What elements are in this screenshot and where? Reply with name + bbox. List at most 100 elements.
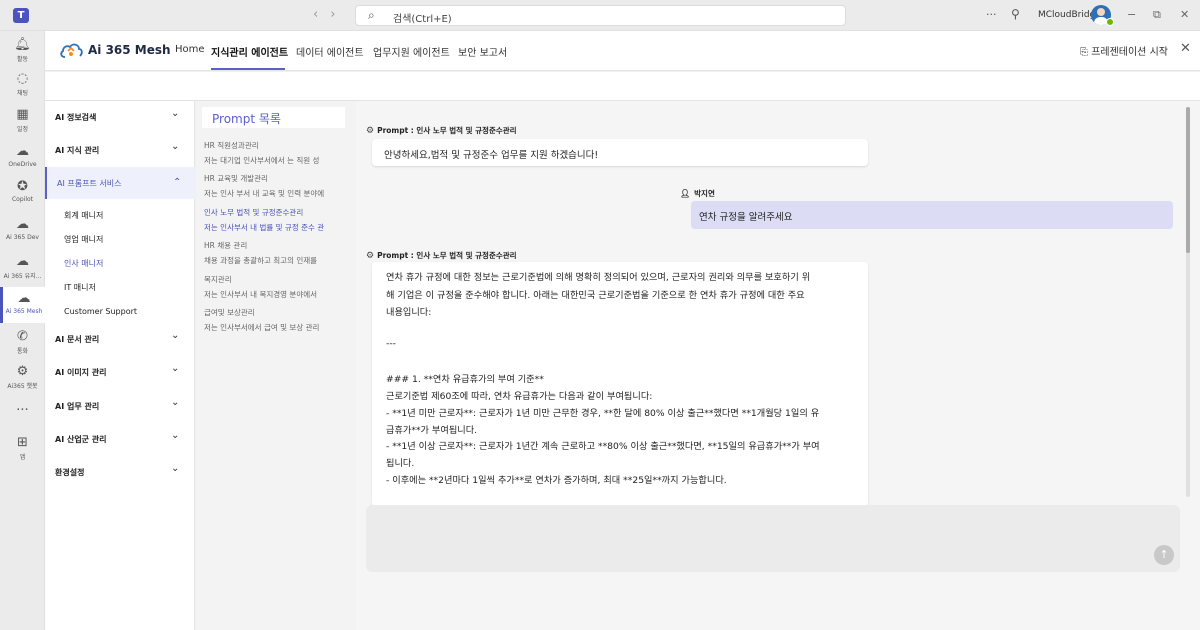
prompt-item-selected[interactable]: 인사 노무 법적 및 규정준수관리 저는 인사부서 내 법률 및 규정 준수 관	[204, 207, 342, 233]
rail-more[interactable]: ···	[0, 403, 45, 419]
openai-icon: ⚙	[366, 126, 375, 136]
menu-group-knowledge[interactable]: AI 지식 관리 ⌄	[45, 134, 195, 166]
chevron-down-icon: ⌄	[171, 463, 180, 474]
rail-item-copilot[interactable]: ✪ Copilot	[0, 179, 45, 203]
minimize-button[interactable]: −	[1127, 8, 1136, 21]
brand-cloud-icon	[60, 43, 83, 58]
chevron-down-icon: ⌄	[171, 363, 180, 374]
rail-item-ai365-maintain[interactable]: ☁ Ai 365 유지...	[0, 254, 45, 280]
response-line: 내용입니다:	[386, 307, 432, 318]
present-icon: ⎘	[1080, 47, 1092, 58]
rail-item-calendar[interactable]: ▦ 일정	[0, 107, 45, 133]
close-window-button[interactable]: ✕	[1180, 8, 1189, 21]
rail-item-ai365-dev[interactable]: ☁ Ai 365 Dev	[0, 217, 45, 241]
menu-group-info-search[interactable]: AI 정보검색 ⌄	[45, 101, 195, 133]
bot-icon: ⚙	[16, 364, 29, 379]
response-line: ### 1. **연차 유급휴가의 부여 기준**	[386, 374, 544, 385]
bot-message: 안녕하세요,법적 및 규정준수 업무를 지원 하겠습니다!	[372, 139, 868, 166]
arrow-up-icon: ↑	[1159, 548, 1169, 561]
org-switch-icon[interactable]: ⚲	[1011, 7, 1020, 21]
menu-sub-it[interactable]: IT 매니저	[64, 282, 96, 293]
bot-name-label: ⚙ Prompt : 인사 노무 법적 및 규정준수관리	[366, 251, 517, 261]
chevron-down-icon: ⌄	[171, 330, 180, 341]
search-input[interactable]: ⌕ 검색(Ctrl+E)	[355, 5, 846, 26]
chat-scroll-thumb[interactable]	[1186, 107, 1190, 253]
menu-sub-hr[interactable]: 인사 매니저	[64, 258, 103, 269]
cloud-icon: ☁	[16, 144, 29, 159]
tab-home[interactable]: Home	[175, 44, 205, 55]
more-options-icon[interactable]: ···	[986, 8, 997, 21]
phone-icon: ✆	[17, 329, 28, 344]
rail-item-onedrive[interactable]: ☁ OneDrive	[0, 144, 45, 168]
add-app-icon: ⊞	[17, 435, 28, 450]
rail-item-apps[interactable]: ⊞ 앱	[0, 435, 45, 461]
window-titlebar: T ‹› ⌕ 검색(Ctrl+E) ··· ⚲ MCloudBridge − ⧉…	[0, 0, 1200, 31]
chat-input[interactable]: ↑	[366, 505, 1180, 572]
openai-icon: ⚙	[366, 251, 375, 261]
menu-group-prompt-service[interactable]: AI 프롬프트 서비스 ⌃	[45, 167, 195, 199]
chat-icon: ◌	[16, 71, 29, 86]
close-tab-icon[interactable]: ✕	[1180, 41, 1191, 56]
search-icon: ⌕	[368, 8, 375, 22]
present-button[interactable]: ⎘ 프레젠테이션 시작	[1080, 43, 1168, 58]
calendar-icon: ▦	[16, 107, 29, 122]
app-icon: ☁	[16, 217, 29, 232]
response-line: 급휴가**가 부여됩니다.	[386, 425, 478, 436]
tab-security-report[interactable]: 보안 보고서	[458, 44, 507, 59]
tab-work-agent[interactable]: 업무지원 에이전트	[373, 44, 450, 59]
menu-group-images[interactable]: AI 이미지 관리 ⌄	[45, 356, 195, 388]
restore-button[interactable]: ⧉	[1153, 8, 1161, 22]
menu-group-documents[interactable]: AI 문서 관리 ⌄	[45, 323, 195, 355]
menu-sub-sales[interactable]: 영업 매니저	[64, 234, 103, 245]
copilot-icon: ✪	[17, 179, 28, 194]
chevron-down-icon: ⌄	[171, 430, 180, 441]
sub-toolbar	[45, 72, 1200, 101]
more-icon: ···	[16, 403, 29, 418]
presence-status-icon	[1106, 18, 1114, 26]
response-line: 됩니다.	[386, 458, 415, 469]
forward-arrow-icon[interactable]: ›	[330, 7, 347, 22]
menu-group-work[interactable]: AI 업무 관리 ⌄	[45, 390, 195, 422]
rail-item-chatbot[interactable]: ⚙ Ai365 챗봇	[0, 364, 45, 390]
prompt-list-panel: Prompt 목록 HR 직원성과관리 저는 대기업 인사부서에서 는 직원 성…	[196, 101, 356, 630]
prompt-list-title: Prompt 목록	[202, 107, 345, 128]
response-line: 해 기업은 이 규정을 준수해야 합니다. 아래는 대한민국 근로기준법을 기준…	[386, 290, 805, 301]
rail-item-activity[interactable]: 🔔︎ 활동	[0, 37, 45, 63]
prompt-item[interactable]: HR 채용 관리 채용 과정을 총괄하고 최고의 인재를	[204, 240, 342, 266]
app-icon: ☁	[17, 291, 31, 306]
response-line: 근로기준법 제60조에 따라, 연차 유급휴가는 다음과 같이 부여됩니다:	[386, 391, 653, 402]
prompt-item[interactable]: 급여및 보상관리 저는 인사부서에서 급여 및 보상 관리	[204, 307, 342, 333]
bell-icon: 🔔︎	[14, 37, 31, 52]
menu-sub-customer-support[interactable]: Customer Support	[64, 307, 137, 316]
prompt-item[interactable]: 복지관리 저는 인사부서 내 복지경영 분야에서	[204, 274, 342, 300]
history-nav: ‹›	[313, 7, 347, 22]
teams-logo-icon: T	[13, 8, 29, 23]
app-rail: 🔔︎ 활동 ◌ 채팅 ▦ 일정 ☁ OneDrive ✪ Copilot ☁ A…	[0, 31, 45, 630]
user-name-label: 👤︎ 박지연	[680, 189, 715, 198]
search-placeholder: 검색(Ctrl+E)	[393, 14, 452, 25]
response-line: 연차 휴가 규정에 대한 정보는 근로기준법에 의해 명확히 정의되어 있으며,…	[386, 272, 811, 283]
prompt-item[interactable]: HR 직원성과관리 저는 대기업 인사부서에서 는 직원 성	[204, 140, 342, 166]
sidebar-menu: AI 정보검색 ⌄ AI 지식 관리 ⌄ AI 프롬프트 서비스 ⌃ 회계 매니…	[45, 101, 195, 630]
chevron-down-icon: ⌄	[171, 397, 180, 408]
chevron-down-icon: ⌄	[171, 108, 180, 119]
rail-item-chat[interactable]: ◌ 채팅	[0, 71, 45, 97]
tab-knowledge-agent[interactable]: 지식관리 에이전트	[211, 44, 288, 59]
bot-response: 연차 휴가 규정에 대한 정보는 근로기준법에 의해 명확히 정의되어 있으며,…	[372, 262, 868, 507]
active-tab-indicator	[211, 68, 285, 70]
back-arrow-icon[interactable]: ‹	[313, 7, 330, 22]
chat-panel: ⚙ Prompt : 인사 노무 법적 및 규정준수관리 안녕하세요,법적 및 규…	[356, 101, 1200, 630]
send-button[interactable]: ↑	[1154, 545, 1174, 565]
user-icon: 👤︎	[680, 189, 691, 198]
prompt-item[interactable]: HR 교육및 개발관리 저는 인사 부서 내 교육 및 인력 분야에	[204, 173, 342, 199]
rail-item-ai365-mesh[interactable]: ☁ Ai 365 Mesh	[0, 287, 45, 323]
menu-sub-accounting[interactable]: 회계 매니저	[64, 210, 103, 221]
menu-group-industry[interactable]: AI 산업군 관리 ⌄	[45, 423, 195, 455]
response-line: - **1년 미만 근로자**: 근로자가 1년 미만 근무한 경우, **한 …	[386, 408, 820, 419]
tab-data-agent[interactable]: 데이터 에이전트	[296, 44, 364, 59]
rail-item-calls[interactable]: ✆ 통화	[0, 329, 45, 355]
menu-group-settings[interactable]: 환경설정 ⌄	[45, 456, 195, 488]
response-line: - **1년 이상 근로자**: 근로자가 1년간 계속 근로하고 **80% …	[386, 441, 820, 452]
response-line: - 이후에는 **2년마다 1일씩 추가**로 연차가 증가하며, 최대 **2…	[386, 475, 727, 486]
app-icon: ☁	[16, 254, 29, 269]
